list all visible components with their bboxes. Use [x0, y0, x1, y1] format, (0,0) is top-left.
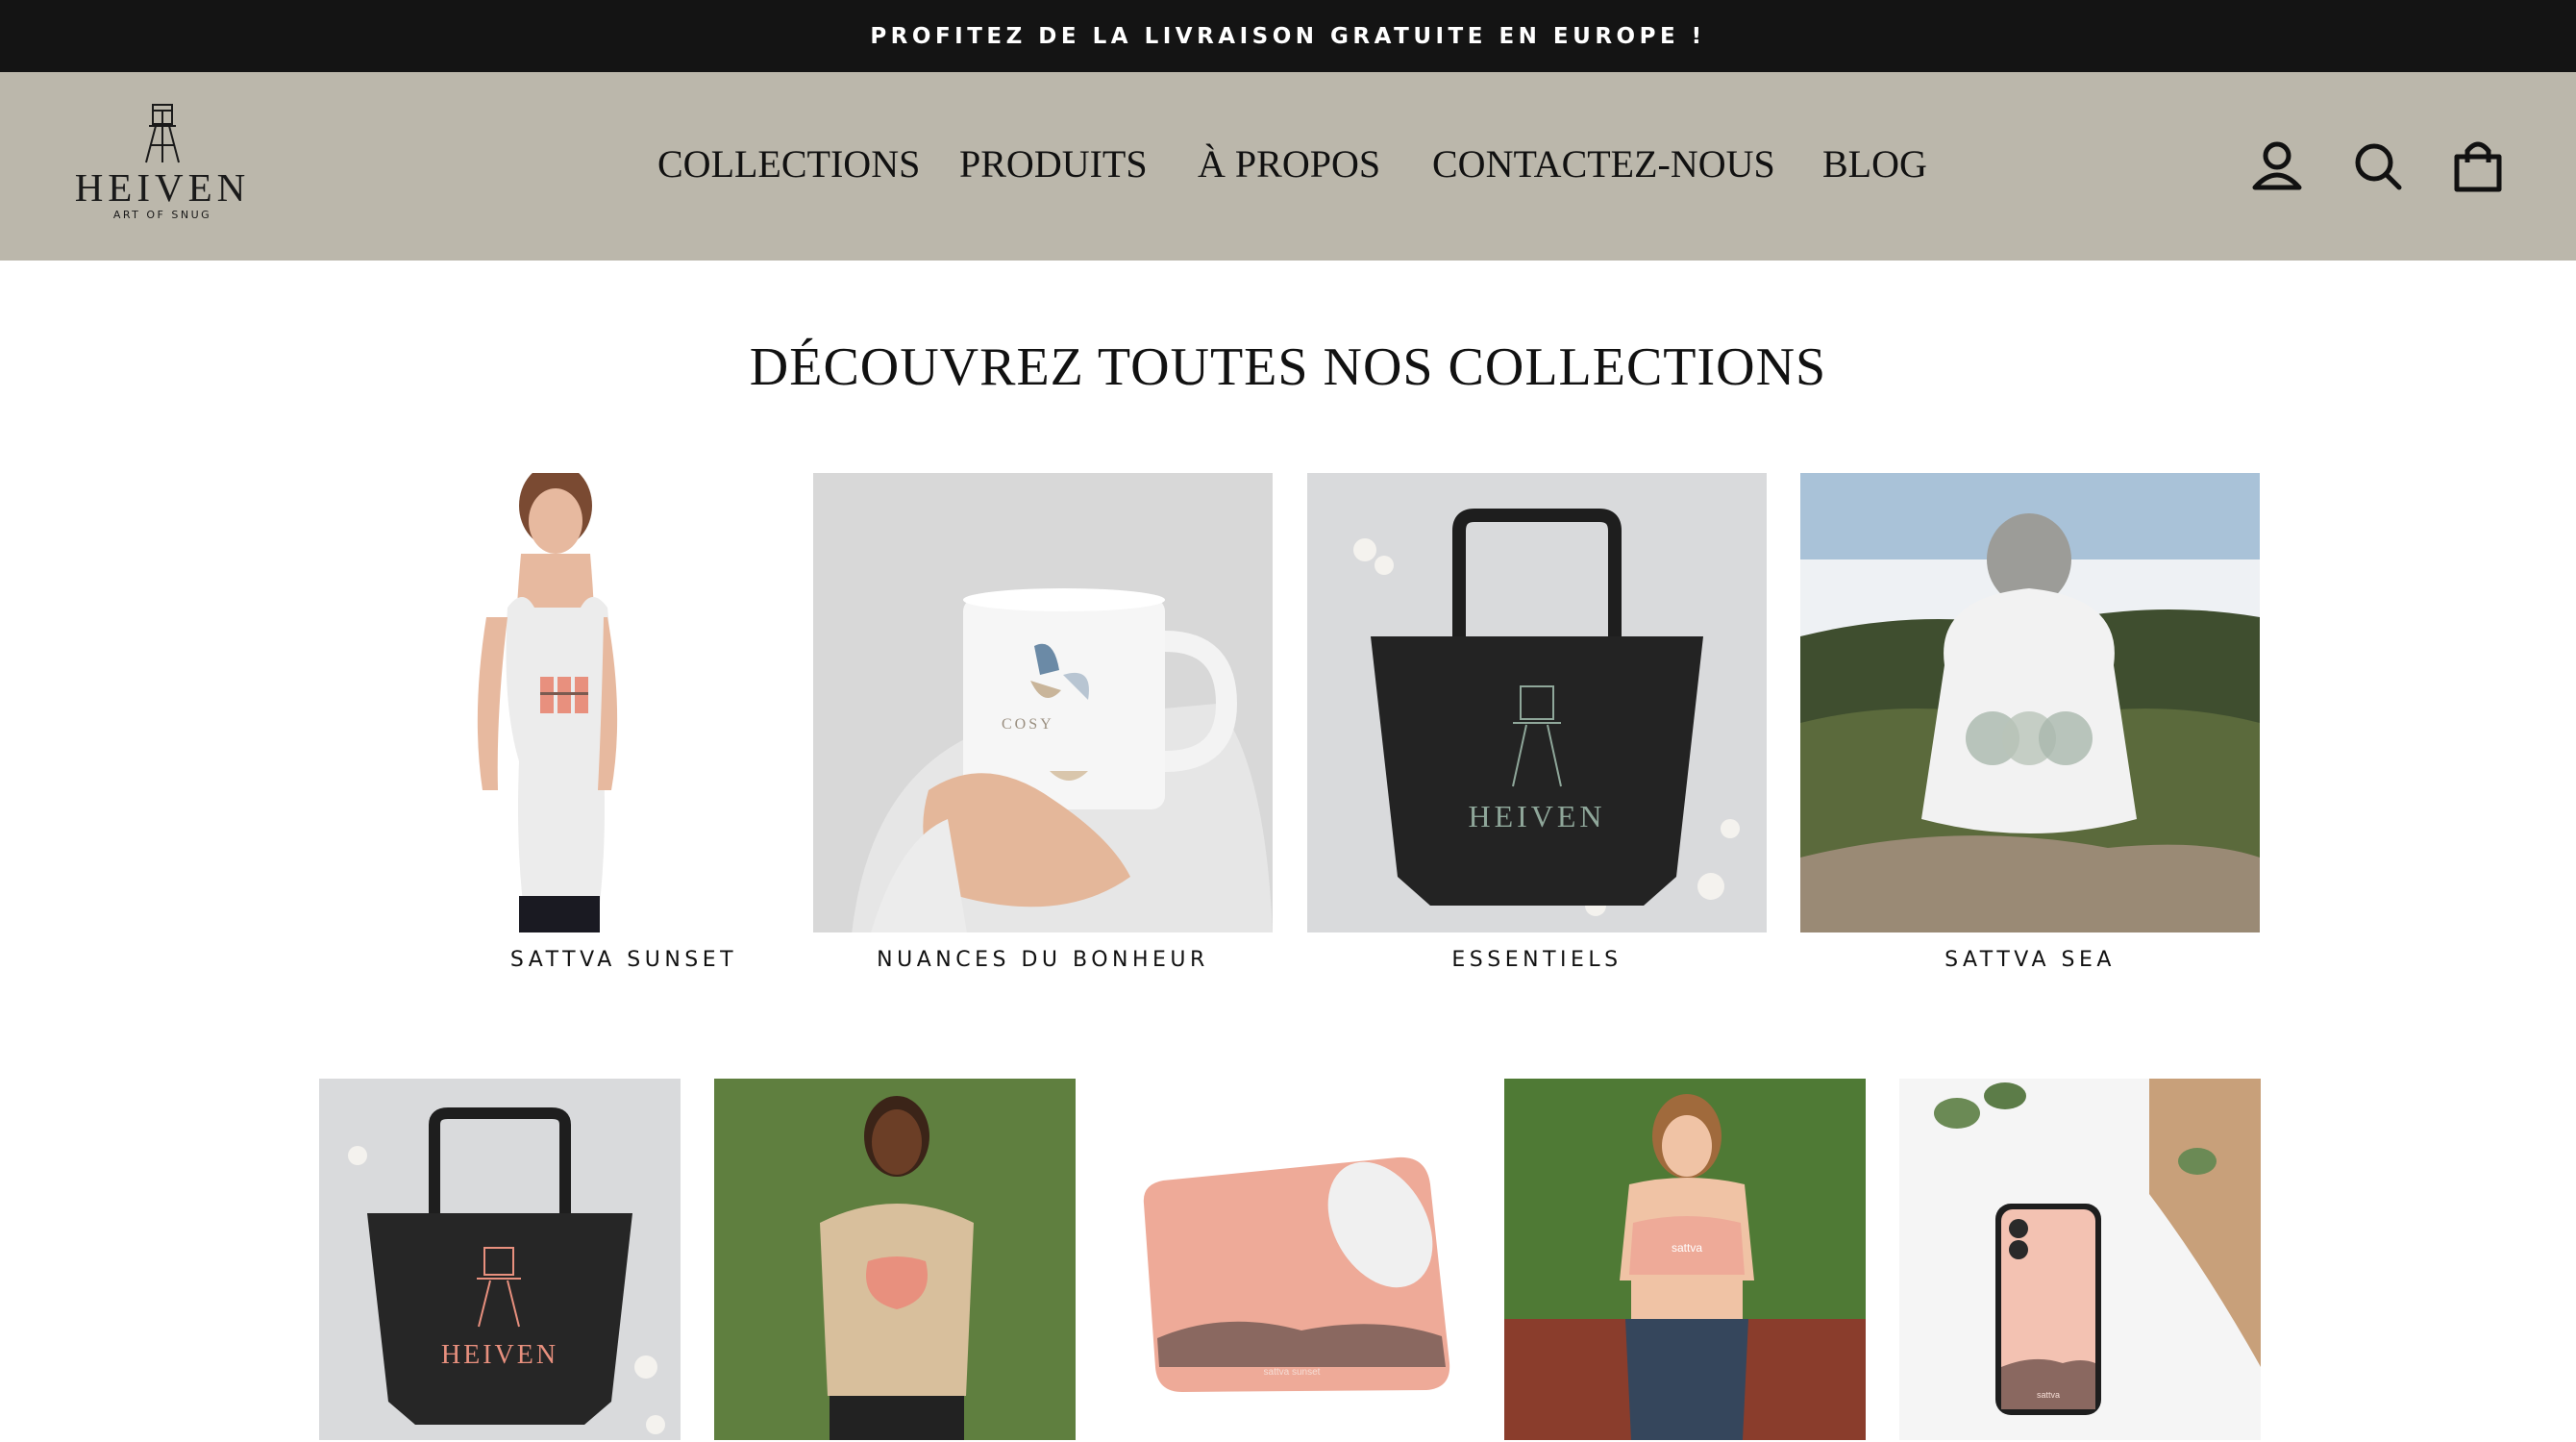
collection-label: ESSENTIELS — [1451, 948, 1622, 972]
bag-text: HEIVEN — [441, 1340, 558, 1370]
product-image: HEIVEN — [319, 1079, 681, 1440]
collection-image: HEIVEN — [1307, 473, 1767, 932]
mousepad-text: sattva sunset — [1264, 1367, 1321, 1378]
nav-contactez-nous[interactable]: CONTACTEZ-NOUS — [1432, 141, 1775, 187]
product-card-tote-bag[interactable]: HEIVEN — [319, 1079, 681, 1440]
announcement-bar: PROFITEZ DE LA LIVRAISON GRATUITE EN EUR… — [0, 0, 2576, 72]
product-card-mousepad[interactable]: sattva sunset — [1109, 1079, 1471, 1440]
cart-icon[interactable] — [2453, 139, 2503, 193]
phone-text: sattva — [2037, 1390, 2060, 1400]
nav-produits[interactable]: PRODUITS — [959, 141, 1148, 187]
product-card-phone-case[interactable]: sattva — [1899, 1079, 2261, 1440]
main-nav: COLLECTIONS PRODUITS À PROPOS CONTACTEZ-… — [0, 72, 2576, 261]
mug-text: COSY — [1002, 716, 1054, 733]
bra-text: sattva — [1672, 1241, 1702, 1255]
collection-image: COSY — [813, 473, 1273, 932]
product-image — [714, 1079, 1076, 1440]
bag-text: HEIVEN — [1468, 799, 1605, 833]
nav-collections[interactable]: COLLECTIONS — [657, 141, 920, 187]
collection-label: SATTVA SUNSET — [509, 948, 738, 972]
search-icon[interactable] — [2351, 139, 2405, 193]
collection-image — [394, 473, 854, 932]
nav-a-propos[interactable]: À PROPOS — [1198, 141, 1380, 187]
product-image: sattva sunset — [1109, 1079, 1471, 1440]
collection-label: SATTVA SEA — [1944, 948, 2116, 972]
product-card-sports-bra[interactable]: sattva — [1504, 1079, 1866, 1440]
collection-card-essentiels[interactable]: HEIVEN ESSENTIELS — [1307, 473, 1767, 973]
product-card-tshirt[interactable] — [714, 1079, 1076, 1440]
collection-card-sattva-sunset[interactable]: SATTVA SUNSET — [394, 473, 854, 973]
section-title: DÉCOUVREZ TOUTES NOS COLLECTIONS — [749, 337, 1827, 397]
collection-card-sattva-sea[interactable]: SATTVA SEA — [1800, 473, 2260, 973]
collection-card-nuances-du-bonheur[interactable]: COSY NUANCES DU BONHEUR — [813, 473, 1273, 973]
site-header: HEIVEN ART OF SNUG COLLECTIONS PRODUITS … — [0, 72, 2576, 261]
product-image: sattva — [1504, 1079, 1866, 1440]
collection-label: NUANCES DU BONHEUR — [877, 948, 1209, 972]
product-image: sattva — [1899, 1079, 2261, 1440]
nav-blog[interactable]: BLOG — [1822, 141, 1927, 187]
user-icon[interactable] — [2251, 139, 2303, 193]
collection-image — [1800, 473, 2260, 932]
